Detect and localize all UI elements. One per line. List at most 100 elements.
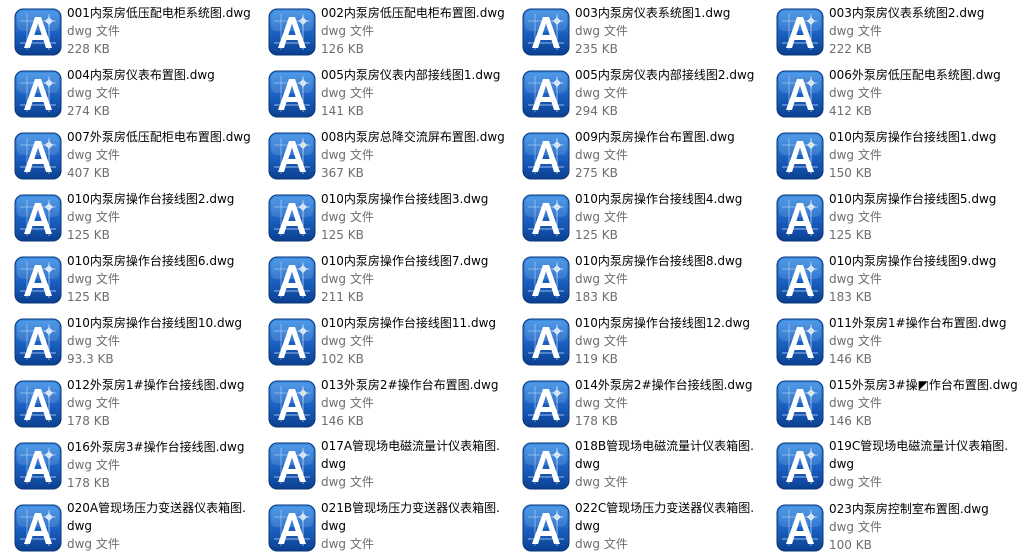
file-text: 010内泵房操作台接线图2.dwg dwg 文件 125 KB [67,190,249,244]
file-type: dwg 文件 [829,520,882,534]
autocad-dwg-icon [14,194,62,242]
file-item[interactable]: 004内泵房仪表布置图.dwg dwg 文件 274 KB [0,66,250,126]
file-item[interactable]: 001内泵房低压配电柜系统图.dwg dwg 文件 228 KB [0,4,251,64]
file-item[interactable]: 010内泵房操作台接线图2.dwg dwg 文件 125 KB [0,190,250,250]
file-item[interactable]: 010内泵房操作台接线图12.dwg dwg 文件 119 KB [508,314,758,374]
file-item[interactable]: 016外泵房3#操作台接线图.dwg dwg 文件 178 KB [0,438,250,498]
file-item[interactable]: 019C管现场电磁流量计仪表箱图.dwg dwg 文件 [762,438,1012,498]
autocad-dwg-icon [776,70,824,118]
file-name: 010内泵房操作台接线图12.dwg [575,316,751,330]
autocad-dwg-icon [776,256,824,304]
file-item[interactable]: 009内泵房操作台布置图.dwg dwg 文件 275 KB [508,128,758,188]
file-type: dwg 文件 [321,86,374,100]
file-item[interactable]: 010内泵房操作台接线图10.dwg dwg 文件 93.3 KB [0,314,250,374]
file-item[interactable]: 017A管现场电磁流量计仪表箱图.dwg dwg 文件 [254,438,504,498]
file-item[interactable]: 002内泵房低压配电柜布置图.dwg dwg 文件 126 KB [254,4,505,64]
file-item[interactable]: 023内泵房控制室布置图.dwg dwg 文件 100 KB [762,500,1012,560]
file-text: 002内泵房低压配电柜布置图.dwg dwg 文件 126 KB [321,4,505,58]
file-item[interactable]: 007外泵房低压配柜电布置图.dwg dwg 文件 407 KB [0,128,251,188]
file-item[interactable]: 005内泵房仪表内部接线图1.dwg dwg 文件 141 KB [254,66,504,126]
file-text: 010内泵房操作台接线图9.dwg dwg 文件 183 KB [829,252,1011,306]
file-item[interactable]: 014外泵房2#操作台接线图.dwg dwg 文件 178 KB [508,376,758,436]
file-type: dwg 文件 [829,334,882,348]
file-type: dwg 文件 [575,86,628,100]
file-text: 004内泵房仪表布置图.dwg dwg 文件 274 KB [67,66,249,120]
file-name: 007外泵房低压配柜电布置图.dwg [67,130,251,144]
file-text: 006外泵房低压配电系统图.dwg dwg 文件 412 KB [829,66,1011,120]
autocad-dwg-icon [268,380,316,428]
file-type: dwg 文件 [829,475,882,489]
autocad-dwg-icon [268,194,316,242]
file-type: dwg 文件 [321,396,374,410]
file-type: dwg 文件 [829,148,882,162]
file-item[interactable]: 003内泵房仪表系统图1.dwg dwg 文件 235 KB [508,4,758,64]
file-item[interactable]: 010内泵房操作台接线图4.dwg dwg 文件 125 KB [508,190,758,250]
file-item[interactable]: 011外泵房1#操作台布置图.dwg dwg 文件 146 KB [762,314,1012,374]
file-size: 125 KB [321,228,364,242]
file-item[interactable]: 003内泵房仪表系统图2.dwg dwg 文件 222 KB [762,4,1012,64]
autocad-dwg-icon [776,194,824,242]
file-size: 178 KB [575,414,618,428]
file-type: dwg 文件 [67,210,120,224]
autocad-dwg-icon [776,380,824,428]
autocad-dwg-icon [776,132,824,180]
file-name: 010内泵房操作台接线图9.dwg [829,254,997,268]
file-item[interactable]: 010内泵房操作台接线图11.dwg dwg 文件 102 KB [254,314,504,374]
file-item[interactable]: 013外泵房2#操作台布置图.dwg dwg 文件 146 KB [254,376,504,436]
file-item[interactable]: 010内泵房操作台接线图5.dwg dwg 文件 125 KB [762,190,1012,250]
autocad-dwg-icon [776,504,824,552]
file-item[interactable]: 015外泵房3#操◩作台布置图.dwg dwg 文件 146 KB [762,376,1018,436]
file-text: 010内泵房操作台接线图5.dwg dwg 文件 125 KB [829,190,1011,244]
file-text: 019C管现场电磁流量计仪表箱图.dwg dwg 文件 [829,438,1011,491]
file-name: 006外泵房低压配电系统图.dwg [829,68,1001,82]
file-name: 010内泵房操作台接线图11.dwg [321,316,497,330]
file-size: 274 KB [67,104,110,118]
autocad-dwg-icon [268,132,316,180]
file-size: 294 KB [575,104,618,118]
file-text: 015外泵房3#操◩作台布置图.dwg dwg 文件 146 KB [829,376,1018,430]
file-size: 100 KB [829,538,872,552]
file-size: 178 KB [67,476,110,490]
file-type: dwg 文件 [829,86,882,100]
file-size: 150 KB [829,166,872,180]
file-item[interactable]: 010内泵房操作台接线图3.dwg dwg 文件 125 KB [254,190,504,250]
file-item[interactable]: 005内泵房仪表内部接线图2.dwg dwg 文件 294 KB [508,66,758,126]
file-size: 211 KB [321,290,364,304]
file-type: dwg 文件 [575,334,628,348]
file-item[interactable]: 012外泵房1#操作台接线图.dwg dwg 文件 178 KB [0,376,250,436]
file-type: dwg 文件 [67,334,120,348]
file-text: 010内泵房操作台接线图7.dwg dwg 文件 211 KB [321,252,503,306]
file-item[interactable]: 010内泵房操作台接线图7.dwg dwg 文件 211 KB [254,252,504,312]
file-size: 93.3 KB [67,352,114,366]
autocad-dwg-icon [268,318,316,366]
file-size: 412 KB [829,104,872,118]
autocad-dwg-icon [14,380,62,428]
file-size: 125 KB [829,228,872,242]
file-name: 012外泵房1#操作台接线图.dwg [67,378,245,392]
file-item[interactable]: 022C管现场压力变送器仪表箱图.dwg dwg 文件 [508,500,758,560]
file-name: 022C管现场压力变送器仪表箱图.dwg [575,501,755,533]
file-item[interactable]: 008内泵房总降交流屏布置图.dwg dwg 文件 367 KB [254,128,505,188]
file-item[interactable]: 020A管现场压力变送器仪表箱图.dwg dwg 文件 [0,500,250,560]
file-type: dwg 文件 [829,210,882,224]
autocad-dwg-icon [14,504,62,552]
file-item[interactable]: 010内泵房操作台接线图8.dwg dwg 文件 183 KB [508,252,758,312]
autocad-dwg-icon [14,8,62,56]
file-name: 014外泵房2#操作台接线图.dwg [575,378,753,392]
autocad-dwg-icon [268,442,316,490]
file-item[interactable]: 006外泵房低压配电系统图.dwg dwg 文件 412 KB [762,66,1012,126]
file-item[interactable]: 010内泵房操作台接线图6.dwg dwg 文件 125 KB [0,252,250,312]
file-item[interactable]: 018B管现场电磁流量计仪表箱图.dwg dwg 文件 [508,438,758,498]
file-name: 010内泵房操作台接线图3.dwg [321,192,489,206]
file-item[interactable]: 010内泵房操作台接线图9.dwg dwg 文件 183 KB [762,252,1012,312]
file-size: 228 KB [67,42,110,56]
file-name: 008内泵房总降交流屏布置图.dwg [321,130,505,144]
file-text: 013外泵房2#操作台布置图.dwg dwg 文件 146 KB [321,376,503,430]
file-type: dwg 文件 [321,272,374,286]
file-type: dwg 文件 [67,148,120,162]
autocad-dwg-icon [14,132,62,180]
file-item[interactable]: 010内泵房操作台接线图1.dwg dwg 文件 150 KB [762,128,1012,188]
file-type: dwg 文件 [67,272,120,286]
file-item[interactable]: 021B管现场压力变送器仪表箱图.dwg dwg 文件 [254,500,504,560]
file-size: 146 KB [829,414,872,428]
